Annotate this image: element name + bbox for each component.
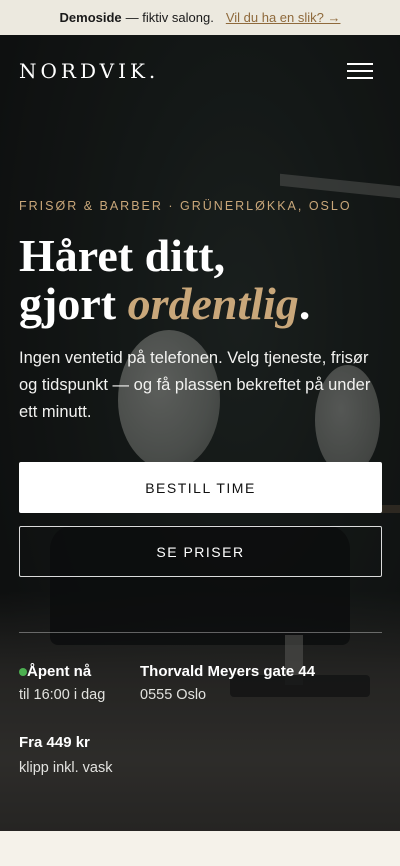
hamburger-menu-icon[interactable] [347, 63, 375, 81]
open-status-dot-icon [19, 668, 27, 676]
see-prices-button[interactable]: SE PRISER [19, 526, 382, 577]
price-sub: klipp inkl. vask [19, 760, 113, 776]
status-title: Åpent nå [27, 663, 92, 680]
headline-line2-prefix: gjort [19, 278, 128, 329]
headline-line1: Håret ditt, [19, 230, 226, 281]
demo-banner: Demoside — fiktiv salong. Vil du ha en s… [0, 0, 400, 35]
address-title[interactable]: Thorvald Meyers gate 44 [140, 663, 315, 680]
hero-headline: Håret ditt, gjort ordentlig. [19, 232, 389, 328]
status-sub: til 16:00 i dag [19, 687, 106, 703]
headline-suffix: . [298, 278, 311, 329]
demo-banner-link[interactable]: Vil du ha en slik? → [226, 10, 341, 25]
hero-lead: Ingen ventetid på telefonen. Velg tjenes… [19, 349, 371, 421]
hero-background-image [0, 35, 400, 831]
demo-banner-text: — fiktiv salong. [125, 10, 214, 25]
site-logo[interactable]: NORDVIK. [19, 59, 159, 83]
demo-banner-brand: Demoside [59, 10, 122, 25]
headline-accent: ordentlig [127, 278, 299, 329]
address-sub: 0555 Oslo [140, 687, 207, 703]
hero-divider [19, 632, 382, 633]
book-appointment-button[interactable]: BESTILL TIME [19, 462, 382, 513]
hero-overlay [0, 35, 400, 831]
price-title: Fra 449 kr [19, 734, 90, 751]
hero-eyebrow: FRISØR & BARBER · GRÜNERLØKKA, OSLO [19, 199, 352, 213]
next-section-band [0, 831, 400, 866]
